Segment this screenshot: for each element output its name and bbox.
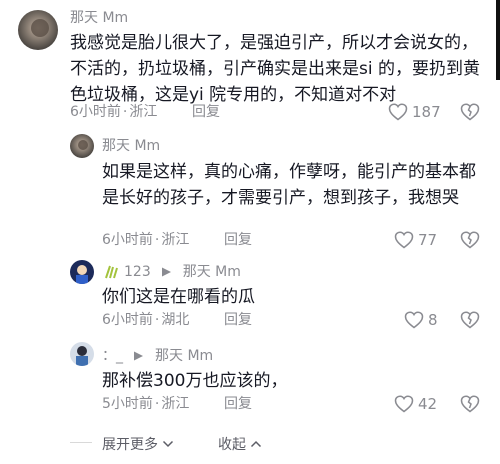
meta-separator: · [122, 104, 128, 120]
like-count: 42 [418, 395, 438, 413]
chevron-down-icon [162, 440, 174, 448]
comment-time: 5小时前 [102, 396, 153, 412]
comment-text: 那补偿300万也应该的， [102, 371, 288, 391]
like-button[interactable]: 77 [394, 231, 437, 249]
reply-arrow-icon [161, 267, 171, 277]
like-count: 77 [418, 231, 438, 249]
chevron-up-icon [250, 440, 262, 448]
collapse-button[interactable]: 收起 [218, 434, 262, 454]
meta-separator: · [154, 232, 160, 248]
avatar-image [70, 342, 94, 366]
reply-arrow-icon [134, 351, 143, 361]
comment-text: 你们这是在哪看的瓜 [102, 287, 255, 307]
reply-button[interactable]: 回复 [224, 312, 252, 328]
comment-text: 我感觉是胎儿很大了，是强迫引产，所以才会说女的，不活的，扔垃圾桶，引产确实是出来… [70, 33, 480, 105]
dislike-button[interactable] [460, 230, 480, 254]
comment-meta: 6小时前 · 浙江 [70, 104, 157, 120]
like-button[interactable]: 8 [404, 311, 438, 329]
reply-to-username: 那天 Mm [182, 264, 241, 280]
comment-location: 浙江 [161, 232, 190, 248]
heart-icon [394, 395, 414, 413]
dislike-button[interactable] [460, 394, 480, 418]
collapse-label: 收起 [218, 437, 246, 453]
reply-button[interactable]: 回复 [192, 104, 220, 120]
like-button[interactable]: 187 [388, 103, 441, 121]
comment-location: 湖北 [161, 312, 190, 328]
username-row[interactable]: 123 那天 Mm [102, 264, 241, 280]
comment-location: 浙江 [129, 104, 158, 120]
comment-time: 6小时前 [102, 312, 153, 328]
replies-footer: 展开更多 收起 [0, 432, 500, 454]
broken-heart-icon [460, 311, 480, 329]
avatar-image [18, 10, 58, 50]
heart-icon [404, 311, 424, 329]
heart-icon [388, 103, 408, 121]
meta-separator: · [154, 396, 160, 412]
username[interactable]: 那天 Mm [70, 10, 128, 26]
avatar[interactable] [70, 260, 94, 284]
heart-icon [394, 231, 414, 249]
like-button[interactable]: 42 [394, 395, 437, 413]
dislike-button[interactable] [460, 310, 480, 334]
reply-button[interactable]: 回复 [224, 232, 252, 248]
comment-time: 6小时前 [70, 104, 121, 120]
broken-heart-icon [460, 103, 480, 121]
reply-button[interactable]: 回复 [224, 396, 252, 412]
broken-heart-icon [460, 231, 480, 249]
comment-location: 浙江 [161, 396, 190, 412]
comment-meta: 6小时前 · 浙江 [102, 232, 189, 248]
avatar[interactable] [70, 134, 94, 158]
comment-meta: 5小时前 · 浙江 [102, 396, 189, 412]
username-prefix: ：_ [102, 348, 123, 364]
expand-more-label: 展开更多 [102, 437, 158, 453]
username-row[interactable]: ：_ 那天 Mm [102, 348, 213, 364]
footer-divider [70, 442, 92, 443]
avatar-image [70, 134, 94, 158]
avatar[interactable] [70, 342, 94, 366]
username-prefix: 123 [124, 264, 151, 280]
like-count: 187 [412, 103, 441, 121]
reply-comment-3: ：_ 那天 Mm 那补偿300万也应该的， 5小时前 · 浙江 回复 42 [0, 340, 500, 420]
reply-comment-2: 123 那天 Mm 你们这是在哪看的瓜 6小时前 · 湖北 回复 8 [0, 256, 500, 336]
reply-to-username: 那天 Mm [155, 348, 214, 364]
username[interactable]: 那天 Mm [102, 138, 160, 154]
dislike-button[interactable] [460, 102, 480, 126]
comment-1: 那天 Mm 我感觉是胎儿很大了，是强迫引产，所以才会说女的，不活的，扔垃圾桶，引… [0, 0, 500, 122]
avatar[interactable] [18, 10, 58, 50]
sprout-icon [105, 265, 118, 279]
reply-comment-1: 那天 Mm 如果是这样，真的心痛，作孽呀，能引产的基本都是长好的孩子，才需要引产… [0, 128, 500, 252]
broken-heart-icon [460, 395, 480, 413]
like-count: 8 [428, 311, 438, 329]
comment-meta: 6小时前 · 湖北 [102, 312, 189, 328]
expand-more-button[interactable]: 展开更多 [102, 434, 174, 454]
avatar-image [70, 260, 94, 284]
comment-time: 6小时前 [102, 232, 153, 248]
meta-separator: · [154, 312, 160, 328]
comment-text: 如果是这样，真的心痛，作孽呀，能引产的基本都是长好的孩子，才需要引产，想到孩子，… [102, 162, 476, 208]
